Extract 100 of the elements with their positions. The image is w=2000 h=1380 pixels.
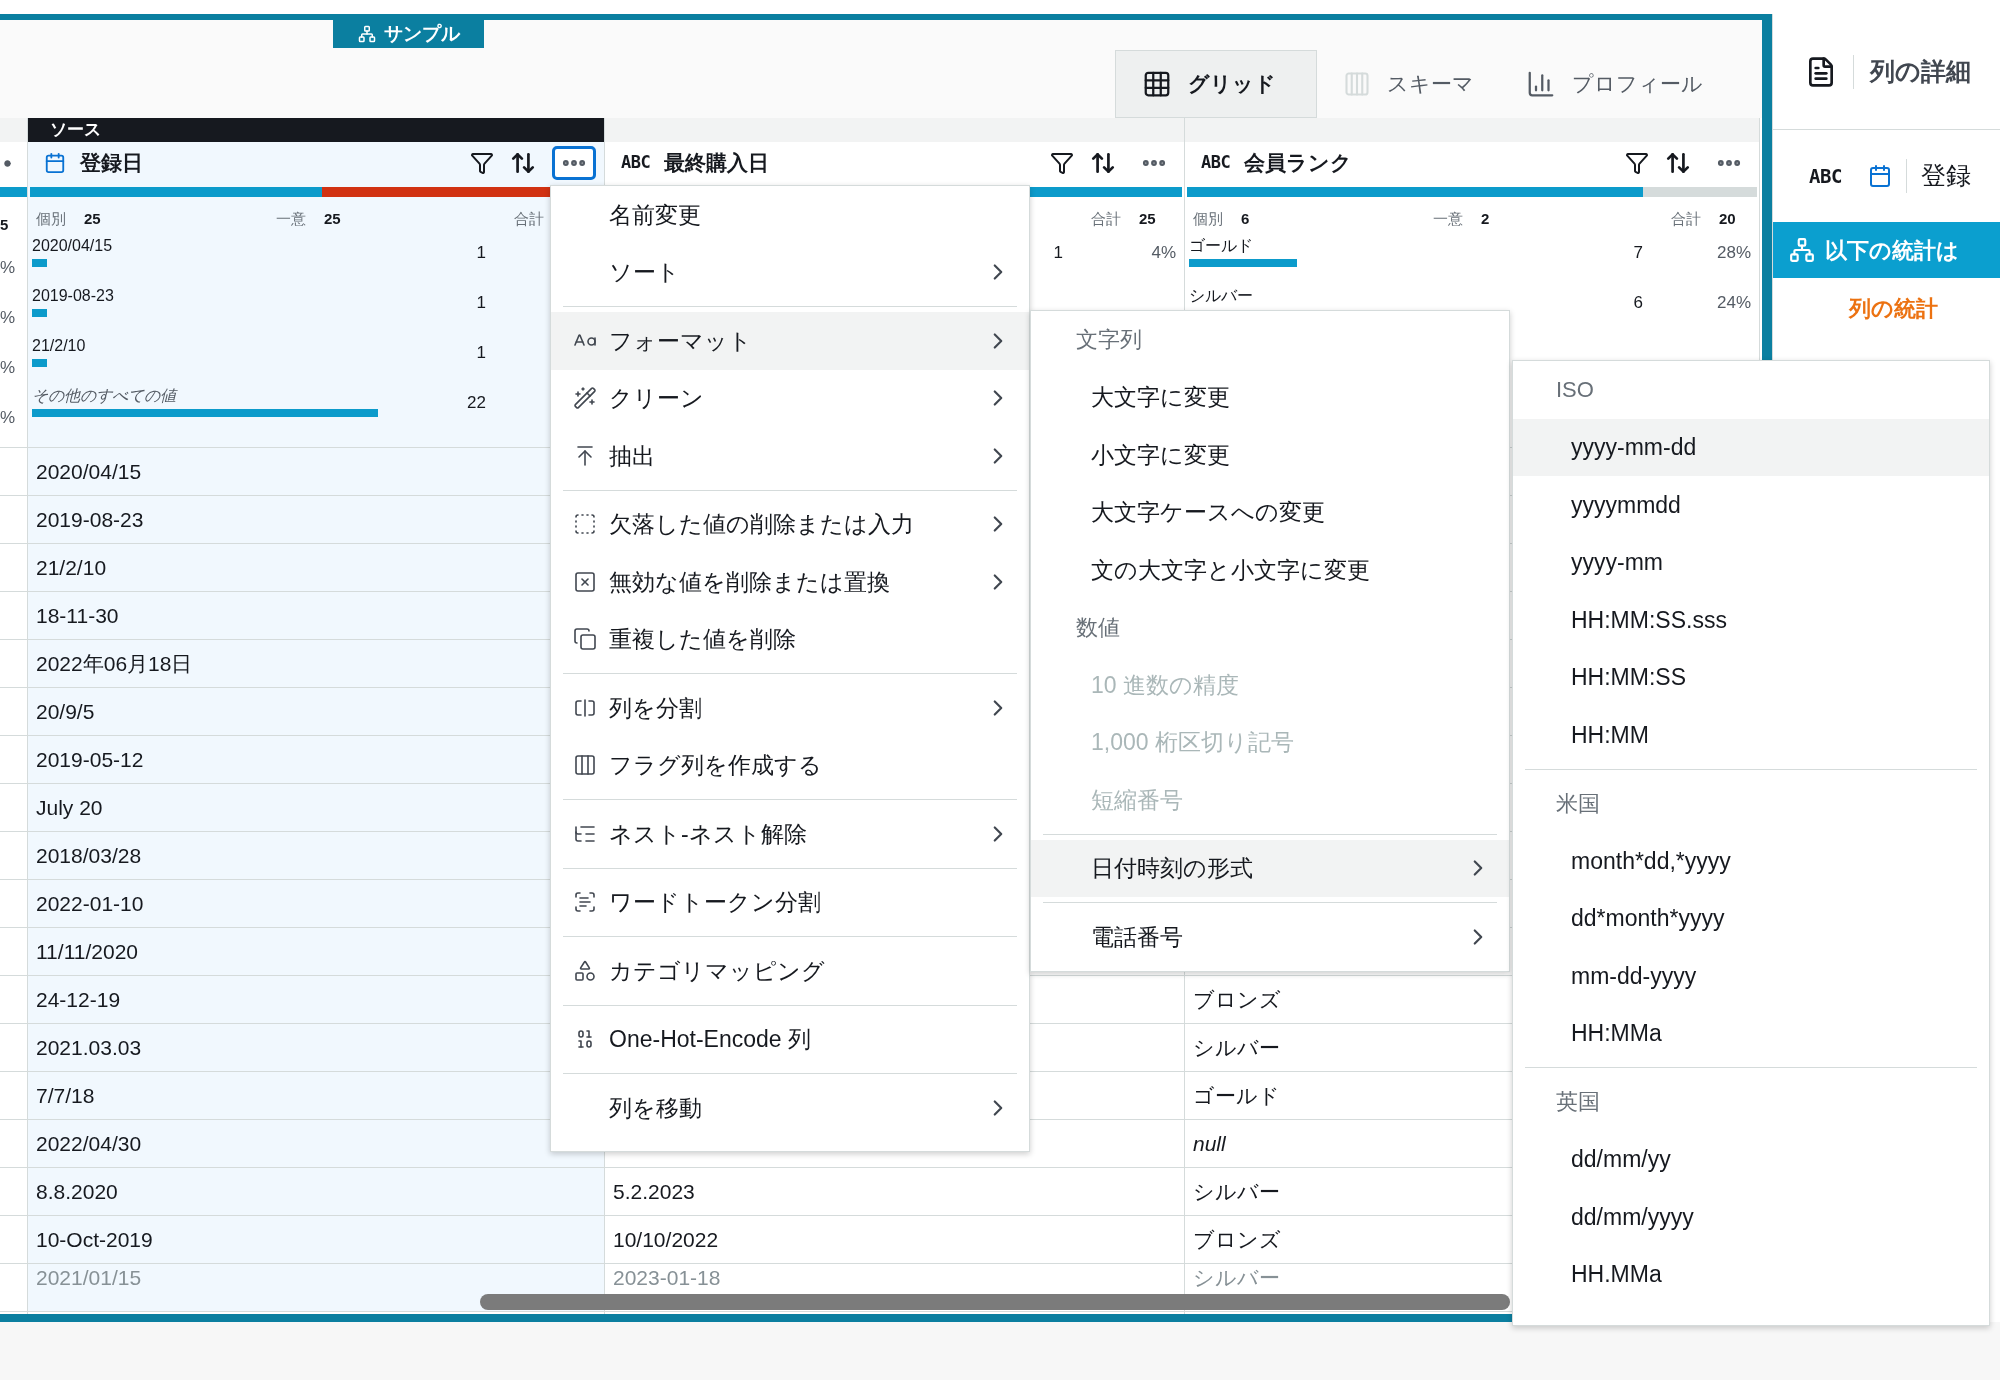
summary-value: 2	[1481, 208, 1490, 229]
menu-item[interactable]: month*dd,*yyyy	[1513, 832, 1989, 890]
table-cell: シルバー	[1193, 1179, 1280, 1204]
sort-icon[interactable]	[1090, 150, 1116, 176]
table-cell: July 20	[36, 795, 103, 820]
menu-heading: 英国	[1556, 1088, 1600, 1117]
shapes-icon	[573, 958, 597, 983]
table-cell: シルバー	[1193, 1035, 1280, 1060]
table-cell: 2022年06月18日	[36, 651, 193, 676]
menu-item[interactable]: 大文字に変更	[1031, 368, 1509, 426]
menu-item[interactable]: HH:MM:SS	[1513, 648, 1989, 706]
stat-count: 1	[475, 292, 486, 314]
filter-icon[interactable]	[1625, 151, 1649, 175]
menu-item[interactable]: 大文字ケースへの変更	[1031, 483, 1509, 541]
summary-value: 6	[1241, 208, 1250, 229]
menu-item[interactable]: ネスト-ネスト解除	[551, 805, 1029, 863]
menu-heading: 文字列	[1076, 326, 1142, 355]
menu-item[interactable]: カテゴリマッピング	[551, 942, 1029, 1000]
menu-item[interactable]: 文の大文字と小文字に変更	[1031, 541, 1509, 599]
sort-icon[interactable]	[510, 150, 536, 176]
stat-percent: %	[0, 257, 16, 280]
menu-item[interactable]: HH:MMa	[1513, 1004, 1989, 1062]
menu-item[interactable]: dd/mm/yy	[1513, 1130, 1989, 1188]
summary-label: 個別	[1193, 208, 1223, 229]
menu-item[interactable]: ソート	[551, 243, 1029, 301]
view-tab[interactable]: プロフィール	[1500, 50, 1760, 118]
menu-item[interactable]: フラグ列を作成する	[551, 736, 1029, 794]
menu-heading: 米国	[1556, 789, 1600, 818]
menu-item[interactable]: dd*month*yyyy	[1513, 889, 1989, 947]
table-cell: 7/7/18	[36, 1083, 95, 1108]
table-cell: ブロンズ	[1193, 987, 1281, 1012]
view-tab[interactable]: グリッド	[1115, 50, 1317, 118]
sort-icon[interactable]	[1665, 150, 1691, 176]
table-cell: 11/11/2020	[36, 939, 138, 964]
menu-item[interactable]: ワードトークン分割	[551, 873, 1029, 931]
menu-item[interactable]: HH.MMa	[1513, 1245, 1989, 1303]
table-cell: 5.2.2023	[613, 1179, 695, 1204]
scan-text-icon	[573, 890, 597, 915]
summary-label: 合計	[1091, 208, 1121, 229]
more-button[interactable]	[552, 146, 596, 180]
menu-item[interactable]: 重複した値を削除	[551, 610, 1029, 668]
stat-count: 1	[475, 342, 486, 364]
copy-icon	[573, 627, 597, 652]
menu-item[interactable]: 小文字に変更	[1031, 426, 1509, 484]
summary-value: 5	[0, 214, 9, 235]
stat-percent: %	[0, 407, 16, 430]
info-banner: 以下の統計は	[1773, 222, 2000, 278]
menu-item[interactable]: mm-dd-yyyy	[1513, 947, 1989, 1005]
menu-item[interactable]: 列を分割	[551, 679, 1029, 737]
columns-icon	[1343, 69, 1371, 99]
menu-item[interactable]: 無効な値を削除または置換	[551, 553, 1029, 611]
table-cell: 8.8.2020	[36, 1179, 118, 1204]
table-cell: 21/2/10	[36, 555, 107, 580]
table-cell: 2019-05-12	[36, 747, 144, 772]
stat-label: 2020/04/15	[32, 236, 113, 254]
menu-item[interactable]: 欠落した値の削除または入力	[551, 495, 1029, 553]
menu-item[interactable]: 日付時刻の形式	[1031, 839, 1509, 897]
filter-icon[interactable]	[470, 151, 494, 175]
menu-item[interactable]: HH:MM:SS.sss	[1513, 591, 1989, 649]
stat-percent: 4%	[1151, 243, 1176, 262]
menu-item[interactable]: yyyymmdd	[1513, 476, 1989, 534]
table-cell: 2021/01/15	[36, 1266, 142, 1290]
table-cell: 2022/04/30	[36, 1131, 142, 1156]
menu-item[interactable]: 抽出	[551, 427, 1029, 485]
source-label: ソース	[28, 118, 604, 142]
quality-bar	[0, 187, 27, 197]
menu-item[interactable]: HH:MM	[1513, 706, 1989, 764]
table-cell: 10-Oct-2019	[36, 1227, 153, 1252]
type-label: ABC	[621, 151, 651, 175]
grid-icon	[1142, 69, 1172, 99]
summary-value: 25	[84, 208, 101, 229]
stat-count: 6	[1632, 292, 1643, 314]
view-tab[interactable]: スキーマ	[1317, 50, 1500, 118]
menu-item[interactable]: 列を移動	[551, 1079, 1029, 1137]
scrollbar[interactable]	[480, 1294, 1510, 1310]
menu-item[interactable]: クリーン	[551, 369, 1029, 427]
calendar-icon	[1867, 164, 1892, 188]
menu-item[interactable]: One-Hot-Encode 列	[551, 1010, 1029, 1068]
stat-count: 1	[475, 242, 486, 264]
menu-item[interactable]: yyyy-mm	[1513, 533, 1989, 591]
summary-label: 一意	[276, 208, 306, 229]
menu-item[interactable]: 電話番号	[1031, 908, 1509, 966]
sparkle-wand-icon	[573, 386, 597, 411]
table-cell: 2019-08-23	[36, 507, 144, 532]
table-cell: 2022-01-10	[36, 891, 144, 916]
filter-icon[interactable]	[1050, 151, 1074, 175]
menu-item[interactable]: dd/mm/yyyy	[1513, 1188, 1989, 1246]
table-cell: 24-12-19	[36, 987, 121, 1012]
table-cell: 2023-01-18	[613, 1266, 721, 1290]
stat-label: 2019-08-23	[32, 286, 114, 304]
menu-item[interactable]: フォーマット	[551, 312, 1029, 370]
table-cell: ゴールド	[1193, 1083, 1280, 1108]
summary-label: 合計	[1671, 208, 1701, 229]
summary-label: 合計	[514, 208, 544, 229]
stat-percent: %	[0, 307, 16, 330]
menu-item[interactable]: 名前変更	[551, 186, 1029, 244]
stat-count: 1	[1052, 242, 1063, 264]
menu-item[interactable]: yyyy-mm-dd	[1513, 418, 1989, 476]
table-cell: 18-11-30	[36, 603, 119, 628]
stat-label: ゴールド	[1189, 236, 1253, 254]
